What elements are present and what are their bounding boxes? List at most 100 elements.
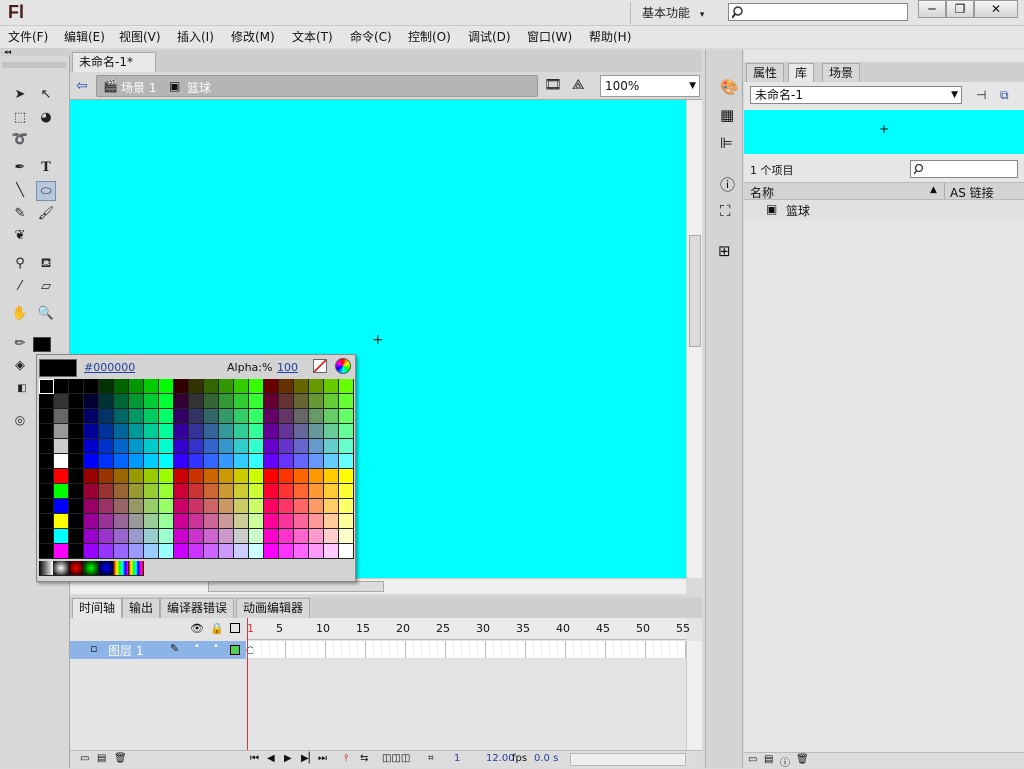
swatch[interactable] (144, 439, 159, 454)
swatch[interactable] (39, 394, 54, 409)
swatch[interactable] (324, 484, 339, 499)
brush-tool-icon[interactable]: 🖌 (36, 204, 56, 224)
last-frame-icon[interactable]: ⏭ (318, 753, 327, 764)
swatch[interactable] (249, 529, 264, 544)
pen-tool-icon[interactable]: ✒ (10, 158, 30, 178)
swatch[interactable] (279, 379, 294, 394)
swatch[interactable] (54, 514, 69, 529)
swatch[interactable] (264, 469, 279, 484)
frame-cell[interactable] (502, 641, 510, 658)
frame-cell[interactable] (534, 641, 542, 658)
swatch[interactable] (219, 409, 234, 424)
swatch[interactable] (159, 514, 174, 529)
swatch[interactable] (99, 514, 114, 529)
library-item[interactable]: ▣ 篮球 (744, 200, 1024, 220)
gradient-swatch[interactable] (39, 561, 54, 576)
swatch[interactable] (189, 529, 204, 544)
tab-compiler-errors[interactable]: 编译器错误 (160, 598, 235, 618)
swatch[interactable] (69, 439, 84, 454)
frame-cell[interactable] (550, 641, 558, 658)
frame-cell[interactable] (454, 641, 462, 658)
swatch[interactable] (279, 529, 294, 544)
swatch[interactable] (129, 514, 144, 529)
hex-value-input[interactable]: #000000 (84, 361, 135, 374)
swatch[interactable] (279, 544, 294, 559)
swatch[interactable] (234, 394, 249, 409)
alpha-value-input[interactable]: 100 (277, 361, 298, 374)
timeline-vscrollbar[interactable] (686, 641, 702, 750)
swatch[interactable] (99, 529, 114, 544)
swatch[interactable] (84, 379, 99, 394)
frame-cell[interactable] (646, 641, 654, 658)
selection-tool-icon[interactable]: ➤ (10, 85, 30, 105)
swatch[interactable] (54, 454, 69, 469)
swatch[interactable] (264, 484, 279, 499)
swatch[interactable] (129, 484, 144, 499)
swatch[interactable] (339, 484, 354, 499)
gradient-swatch[interactable] (114, 561, 129, 576)
bone-tool-icon[interactable]: ⚲ (10, 254, 30, 274)
swatch[interactable] (174, 469, 189, 484)
swatch[interactable] (99, 454, 114, 469)
swatch[interactable] (204, 454, 219, 469)
frame-cell[interactable] (326, 641, 334, 658)
frame-cell[interactable] (494, 641, 502, 658)
new-library-panel-icon[interactable]: ⧉ (1000, 88, 1009, 103)
swatch[interactable] (144, 499, 159, 514)
swatch[interactable] (219, 484, 234, 499)
swatch[interactable] (129, 469, 144, 484)
swatch[interactable] (234, 499, 249, 514)
layer-color-swatch[interactable] (230, 645, 240, 655)
swatch[interactable] (39, 469, 54, 484)
frame-cell[interactable] (654, 641, 662, 658)
frame-cell[interactable] (510, 641, 518, 658)
sort-ascending-icon[interactable]: ▲ (930, 185, 937, 195)
close-button[interactable]: ✕ (974, 0, 1018, 18)
gradient-swatch[interactable] (54, 561, 69, 576)
swatch[interactable] (339, 379, 354, 394)
swatch[interactable] (339, 544, 354, 559)
swatch[interactable] (159, 454, 174, 469)
align-panel-icon[interactable]: ⊫ (720, 134, 733, 152)
frame-cell[interactable] (590, 641, 598, 658)
line-tool-icon[interactable]: ╲ (10, 181, 30, 201)
swatch[interactable] (159, 424, 174, 439)
swatch[interactable] (144, 394, 159, 409)
frame-cell[interactable] (582, 641, 590, 658)
lock-dot[interactable]: • (213, 641, 219, 652)
swatch[interactable] (324, 379, 339, 394)
new-folder-icon[interactable]: ▤ (764, 754, 773, 765)
swatch[interactable] (144, 529, 159, 544)
swatch[interactable] (159, 439, 174, 454)
frame-cell[interactable] (438, 641, 446, 658)
swatch[interactable] (189, 484, 204, 499)
swatch[interactable] (114, 469, 129, 484)
restore-button[interactable]: ❐ (946, 0, 974, 18)
swatch[interactable] (234, 514, 249, 529)
swatch[interactable] (69, 454, 84, 469)
back-arrow-icon[interactable]: ⇦ (76, 78, 88, 94)
pencil-tool-icon[interactable]: ✎ (10, 204, 30, 224)
swatch[interactable] (219, 439, 234, 454)
library-document-select[interactable]: 未命名-1 ▼ (750, 86, 962, 104)
swatch[interactable] (144, 469, 159, 484)
swatch[interactable] (339, 439, 354, 454)
swatch[interactable] (234, 529, 249, 544)
swatch[interactable] (84, 439, 99, 454)
swatch[interactable] (54, 379, 69, 394)
frame-cell[interactable] (350, 641, 358, 658)
swatch[interactable] (189, 439, 204, 454)
swatch[interactable] (264, 409, 279, 424)
swatch[interactable] (249, 544, 264, 559)
swatch[interactable] (309, 439, 324, 454)
swatch[interactable] (84, 499, 99, 514)
swatch[interactable] (339, 409, 354, 424)
frame-cell[interactable] (470, 641, 478, 658)
swatch[interactable] (324, 544, 339, 559)
text-tool-icon[interactable]: T (36, 158, 56, 178)
center-frame-icon[interactable]: ⫯ (344, 753, 348, 764)
scroll-thumb[interactable] (208, 581, 384, 592)
layer-name[interactable]: 图层 1 (108, 642, 143, 659)
swatch[interactable] (84, 484, 99, 499)
swatch[interactable] (204, 409, 219, 424)
